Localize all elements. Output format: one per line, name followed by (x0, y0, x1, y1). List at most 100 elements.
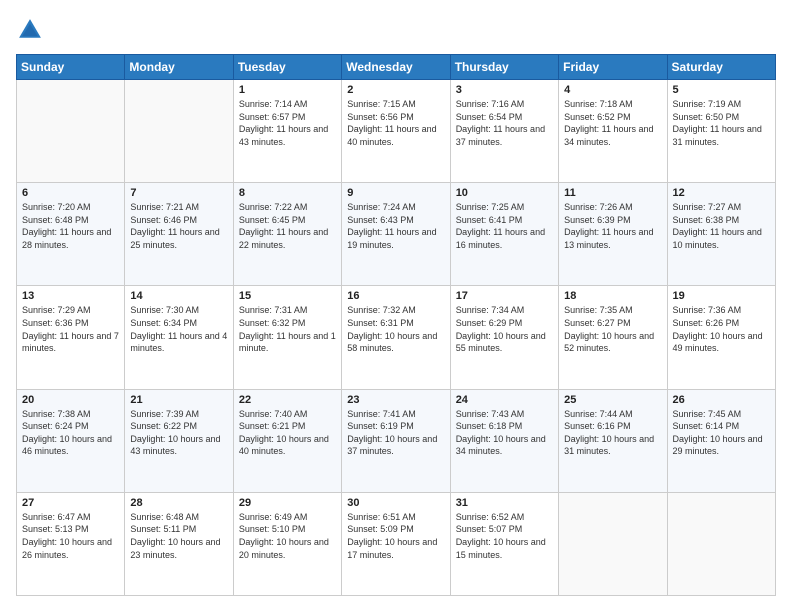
day-number: 1 (239, 84, 336, 96)
day-info: Sunrise: 6:51 AM Sunset: 5:09 PM Dayligh… (347, 511, 444, 561)
day-info: Sunrise: 7:21 AM Sunset: 6:46 PM Dayligh… (130, 201, 227, 251)
day-number: 23 (347, 394, 444, 406)
calendar-table: SundayMondayTuesdayWednesdayThursdayFrid… (16, 54, 776, 596)
day-info: Sunrise: 7:32 AM Sunset: 6:31 PM Dayligh… (347, 304, 444, 354)
calendar-week-row: 1 Sunrise: 7:14 AM Sunset: 6:57 PM Daylig… (17, 80, 776, 183)
day-info: Sunrise: 6:47 AM Sunset: 5:13 PM Dayligh… (22, 511, 119, 561)
day-info: Sunrise: 6:52 AM Sunset: 5:07 PM Dayligh… (456, 511, 553, 561)
calendar-cell: 14 Sunrise: 7:30 AM Sunset: 6:34 PM Dayli… (125, 286, 233, 389)
calendar-cell: 15Sunrise: 7:31 AM Sunset: 6:32 PM Dayli… (233, 286, 341, 389)
day-info: Sunrise: 7:30 AM Sunset: 6:34 PM Dayligh… (130, 304, 227, 354)
logo-icon (16, 16, 44, 44)
header (16, 16, 776, 44)
day-number: 25 (564, 394, 661, 406)
calendar-cell: 4 Sunrise: 7:18 AM Sunset: 6:52 PM Daylig… (559, 80, 667, 183)
day-number: 18 (564, 290, 661, 302)
calendar-cell: 1 Sunrise: 7:14 AM Sunset: 6:57 PM Daylig… (233, 80, 341, 183)
calendar-cell: 27 Sunrise: 6:47 AM Sunset: 5:13 PM Dayli… (17, 492, 125, 595)
calendar-cell: 3 Sunrise: 7:16 AM Sunset: 6:54 PM Daylig… (450, 80, 558, 183)
calendar-week-row: 13Sunrise: 7:29 AM Sunset: 6:36 PM Dayli… (17, 286, 776, 389)
day-number: 10 (456, 187, 553, 199)
day-info: Sunrise: 7:45 AM Sunset: 6:14 PM Dayligh… (673, 408, 770, 458)
calendar-cell: 8 Sunrise: 7:22 AM Sunset: 6:45 PM Daylig… (233, 183, 341, 286)
calendar-cell: 6 Sunrise: 7:20 AM Sunset: 6:48 PM Daylig… (17, 183, 125, 286)
day-number: 20 (22, 394, 119, 406)
day-number: 9 (347, 187, 444, 199)
day-info: Sunrise: 7:31 AM Sunset: 6:32 PM Dayligh… (239, 304, 336, 354)
day-number: 12 (673, 187, 770, 199)
calendar-cell: 31 Sunrise: 6:52 AM Sunset: 5:07 PM Dayli… (450, 492, 558, 595)
calendar-cell (125, 80, 233, 183)
calendar-cell: 29Sunrise: 6:49 AM Sunset: 5:10 PM Dayli… (233, 492, 341, 595)
day-number: 17 (456, 290, 553, 302)
day-number: 27 (22, 497, 119, 509)
day-number: 29 (239, 497, 336, 509)
weekday-header-thursday: Thursday (450, 55, 558, 80)
day-number: 4 (564, 84, 661, 96)
calendar-cell: 19 Sunrise: 7:36 AM Sunset: 6:26 PM Dayli… (667, 286, 775, 389)
day-info: Sunrise: 7:22 AM Sunset: 6:45 PM Dayligh… (239, 201, 336, 251)
calendar-cell: 20 Sunrise: 7:38 AM Sunset: 6:24 PM Dayli… (17, 389, 125, 492)
day-info: Sunrise: 7:34 AM Sunset: 6:29 PM Dayligh… (456, 304, 553, 354)
calendar-cell: 25 Sunrise: 7:44 AM Sunset: 6:16 PM Dayli… (559, 389, 667, 492)
weekday-header-wednesday: Wednesday (342, 55, 450, 80)
calendar-cell: 23 Sunrise: 7:41 AM Sunset: 6:19 PM Dayli… (342, 389, 450, 492)
day-number: 7 (130, 187, 227, 199)
day-number: 3 (456, 84, 553, 96)
day-info: Sunrise: 7:25 AM Sunset: 6:41 PM Dayligh… (456, 201, 553, 251)
day-info: Sunrise: 7:15 AM Sunset: 6:56 PM Dayligh… (347, 98, 444, 148)
day-info: Sunrise: 7:40 AM Sunset: 6:21 PM Dayligh… (239, 408, 336, 458)
calendar-cell: 13Sunrise: 7:29 AM Sunset: 6:36 PM Dayli… (17, 286, 125, 389)
day-info: Sunrise: 7:26 AM Sunset: 6:39 PM Dayligh… (564, 201, 661, 251)
day-info: Sunrise: 6:48 AM Sunset: 5:11 PM Dayligh… (130, 511, 227, 561)
weekday-header-row: SundayMondayTuesdayWednesdayThursdayFrid… (17, 55, 776, 80)
page: SundayMondayTuesdayWednesdayThursdayFrid… (0, 0, 792, 612)
calendar-cell: 7 Sunrise: 7:21 AM Sunset: 6:46 PM Daylig… (125, 183, 233, 286)
calendar-cell: 18Sunrise: 7:35 AM Sunset: 6:27 PM Dayli… (559, 286, 667, 389)
calendar-week-row: 27 Sunrise: 6:47 AM Sunset: 5:13 PM Dayli… (17, 492, 776, 595)
day-info: Sunrise: 7:36 AM Sunset: 6:26 PM Dayligh… (673, 304, 770, 354)
day-info: Sunrise: 7:41 AM Sunset: 6:19 PM Dayligh… (347, 408, 444, 458)
day-number: 13 (22, 290, 119, 302)
calendar-cell (17, 80, 125, 183)
calendar-cell: 26 Sunrise: 7:45 AM Sunset: 6:14 PM Dayli… (667, 389, 775, 492)
day-info: Sunrise: 7:44 AM Sunset: 6:16 PM Dayligh… (564, 408, 661, 458)
calendar-cell: 28 Sunrise: 6:48 AM Sunset: 5:11 PM Dayli… (125, 492, 233, 595)
day-info: Sunrise: 7:24 AM Sunset: 6:43 PM Dayligh… (347, 201, 444, 251)
calendar-cell: 5Sunrise: 7:19 AM Sunset: 6:50 PM Daylig… (667, 80, 775, 183)
calendar-cell: 16 Sunrise: 7:32 AM Sunset: 6:31 PM Dayli… (342, 286, 450, 389)
calendar-cell: 21 Sunrise: 7:39 AM Sunset: 6:22 PM Dayli… (125, 389, 233, 492)
day-info: Sunrise: 7:14 AM Sunset: 6:57 PM Dayligh… (239, 98, 336, 148)
day-number: 19 (673, 290, 770, 302)
calendar-cell: 9 Sunrise: 7:24 AM Sunset: 6:43 PM Daylig… (342, 183, 450, 286)
day-number: 8 (239, 187, 336, 199)
day-number: 14 (130, 290, 227, 302)
weekday-header-sunday: Sunday (17, 55, 125, 80)
calendar-week-row: 20 Sunrise: 7:38 AM Sunset: 6:24 PM Dayli… (17, 389, 776, 492)
calendar-cell: 2 Sunrise: 7:15 AM Sunset: 6:56 PM Daylig… (342, 80, 450, 183)
weekday-header-friday: Friday (559, 55, 667, 80)
weekday-header-saturday: Saturday (667, 55, 775, 80)
day-info: Sunrise: 7:38 AM Sunset: 6:24 PM Dayligh… (22, 408, 119, 458)
day-number: 2 (347, 84, 444, 96)
calendar-cell: 17 Sunrise: 7:34 AM Sunset: 6:29 PM Dayli… (450, 286, 558, 389)
weekday-header-monday: Monday (125, 55, 233, 80)
day-number: 28 (130, 497, 227, 509)
weekday-header-tuesday: Tuesday (233, 55, 341, 80)
logo (16, 16, 48, 44)
calendar-cell: 10 Sunrise: 7:25 AM Sunset: 6:41 PM Dayli… (450, 183, 558, 286)
day-number: 31 (456, 497, 553, 509)
day-info: Sunrise: 7:16 AM Sunset: 6:54 PM Dayligh… (456, 98, 553, 148)
day-info: Sunrise: 7:18 AM Sunset: 6:52 PM Dayligh… (564, 98, 661, 148)
day-number: 16 (347, 290, 444, 302)
day-info: Sunrise: 7:20 AM Sunset: 6:48 PM Dayligh… (22, 201, 119, 251)
day-number: 21 (130, 394, 227, 406)
calendar-cell: 22Sunrise: 7:40 AM Sunset: 6:21 PM Dayli… (233, 389, 341, 492)
day-number: 6 (22, 187, 119, 199)
day-number: 5 (673, 84, 770, 96)
day-number: 11 (564, 187, 661, 199)
calendar-cell: 30Sunrise: 6:51 AM Sunset: 5:09 PM Dayli… (342, 492, 450, 595)
day-info: Sunrise: 7:39 AM Sunset: 6:22 PM Dayligh… (130, 408, 227, 458)
day-info: Sunrise: 7:43 AM Sunset: 6:18 PM Dayligh… (456, 408, 553, 458)
day-number: 26 (673, 394, 770, 406)
